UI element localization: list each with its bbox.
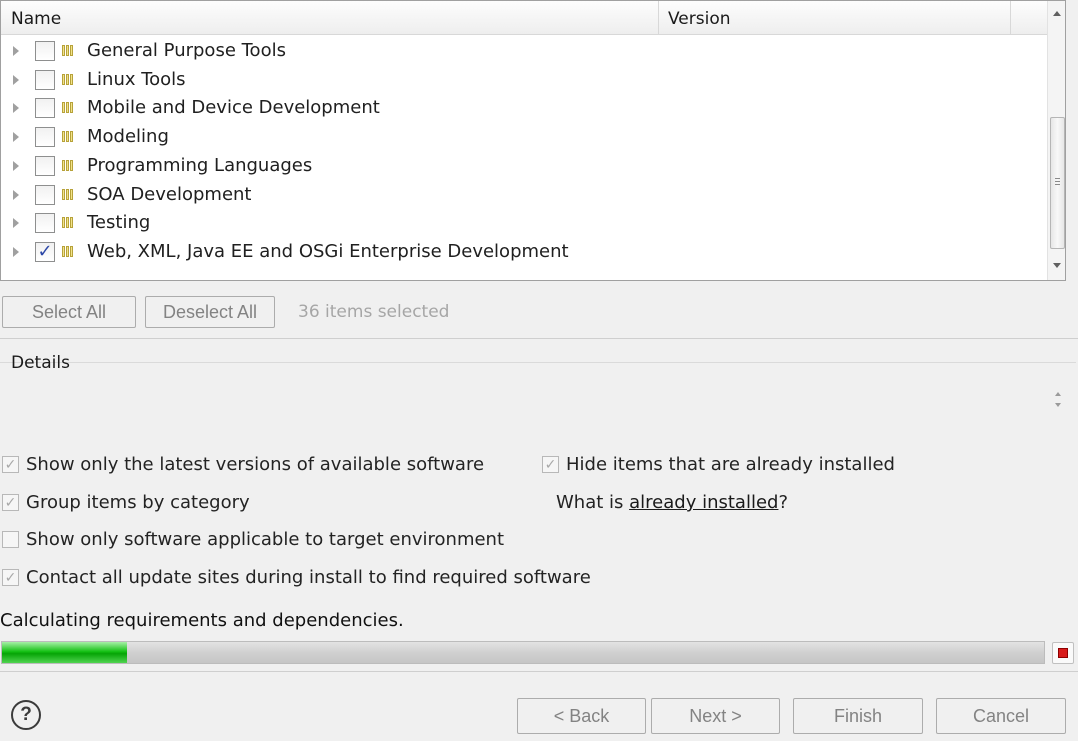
- tree-row[interactable]: Testing: [1, 209, 1047, 237]
- what-is-prefix: What is: [556, 492, 630, 513]
- tree-row[interactable]: SOA Development: [1, 181, 1047, 209]
- contact-update-sites-option[interactable]: ✓ Contact all update sites during instal…: [2, 566, 642, 590]
- help-button[interactable]: ?: [11, 700, 41, 730]
- row-checkbox[interactable]: [35, 155, 55, 176]
- expand-triangle-icon[interactable]: [13, 103, 19, 114]
- what-is-installed-text: What is already installed?: [556, 491, 788, 515]
- row-label: Mobile and Device Development: [87, 97, 380, 119]
- select-all-button[interactable]: Select All: [2, 296, 136, 328]
- row-label: Testing: [87, 212, 151, 234]
- software-tree[interactable]: Name Version General Purpose Tools Linux …: [0, 0, 1066, 281]
- option-label: Group items by category: [26, 492, 250, 513]
- expand-triangle-icon[interactable]: [13, 189, 19, 200]
- tree-vertical-scrollbar[interactable]: [1047, 1, 1065, 280]
- category-icon: [62, 159, 75, 172]
- group-by-category-option[interactable]: ✓ Group items by category: [2, 491, 402, 515]
- already-installed-link[interactable]: already installed: [629, 492, 778, 513]
- show-latest-versions-option[interactable]: ✓ Show only the latest versions of avail…: [2, 453, 522, 477]
- group-by-category-checkbox[interactable]: ✓: [2, 494, 19, 511]
- tree-row[interactable]: Modeling: [1, 123, 1047, 151]
- scroll-up-arrow-icon[interactable]: [1053, 11, 1061, 16]
- divider: [0, 338, 1078, 339]
- tree-header: Name Version: [1, 1, 1047, 35]
- scrollbar-thumb[interactable]: [1050, 117, 1065, 249]
- finish-button[interactable]: Finish: [793, 698, 923, 734]
- cancel-button[interactable]: Cancel: [936, 698, 1066, 734]
- expand-triangle-icon[interactable]: [13, 218, 19, 229]
- contact-update-sites-checkbox[interactable]: ✓: [2, 569, 19, 586]
- tree-row[interactable]: General Purpose Tools: [1, 37, 1047, 65]
- row-checkbox[interactable]: [35, 41, 55, 61]
- category-icon: [62, 216, 75, 229]
- deselect-all-button[interactable]: Deselect All: [145, 296, 275, 328]
- row-label: Linux Tools: [87, 68, 186, 90]
- details-panel: [0, 362, 1076, 444]
- back-button[interactable]: < Back: [517, 698, 646, 734]
- category-icon: [62, 101, 75, 114]
- details-scroll-spinner[interactable]: [1053, 390, 1065, 412]
- expand-triangle-icon[interactable]: [13, 132, 19, 143]
- row-checkbox[interactable]: [35, 127, 55, 148]
- row-label: Web, XML, Java EE and OSGi Enterprise De…: [87, 240, 569, 262]
- category-icon: [62, 188, 75, 201]
- hide-installed-option[interactable]: ✓ Hide items that are already installed: [542, 453, 942, 477]
- expand-triangle-icon[interactable]: [13, 46, 19, 56]
- progress-bar: [1, 641, 1045, 664]
- expand-triangle-icon[interactable]: [13, 246, 19, 257]
- row-checkbox[interactable]: ✓: [35, 241, 55, 262]
- row-label: General Purpose Tools: [87, 40, 286, 61]
- column-header-name[interactable]: Name: [1, 1, 659, 35]
- divider: [0, 671, 1078, 672]
- stop-icon: [1058, 648, 1068, 658]
- option-label: Show only software applicable to target …: [26, 529, 505, 550]
- next-button[interactable]: Next >: [651, 698, 780, 734]
- progress-bar-fill: [2, 642, 127, 663]
- row-checkbox[interactable]: [35, 213, 55, 234]
- row-checkbox[interactable]: [35, 184, 55, 205]
- category-icon: [62, 245, 75, 258]
- progress-label: Calculating requirements and dependencie…: [0, 610, 404, 631]
- category-icon: [62, 130, 75, 143]
- stop-button[interactable]: [1052, 642, 1074, 664]
- target-environment-checkbox[interactable]: [2, 531, 19, 548]
- row-label: SOA Development: [87, 183, 252, 205]
- category-icon: [62, 73, 75, 86]
- option-label: Show only the latest versions of availab…: [26, 454, 485, 475]
- show-latest-versions-checkbox[interactable]: ✓: [2, 456, 19, 473]
- details-label: Details: [11, 353, 70, 373]
- column-header-version[interactable]: Version: [659, 1, 1011, 35]
- option-label: Hide items that are already installed: [566, 454, 895, 475]
- what-is-suffix: ?: [778, 492, 789, 513]
- category-icon: [62, 44, 75, 57]
- target-environment-option[interactable]: Show only software applicable to target …: [2, 528, 542, 552]
- row-label: Modeling: [87, 126, 169, 148]
- spinner-up-icon[interactable]: [1055, 392, 1061, 396]
- tree-row[interactable]: ✓ Web, XML, Java EE and OSGi Enterprise D…: [1, 238, 1047, 266]
- tree-row[interactable]: Linux Tools: [1, 66, 1047, 94]
- expand-triangle-icon[interactable]: [13, 74, 19, 85]
- expand-triangle-icon[interactable]: [13, 160, 19, 171]
- tree-row[interactable]: Programming Languages: [1, 152, 1047, 180]
- hide-installed-checkbox[interactable]: ✓: [542, 456, 559, 473]
- row-checkbox[interactable]: [35, 69, 55, 90]
- option-label: Contact all update sites during install …: [26, 567, 591, 588]
- tree-row[interactable]: Mobile and Device Development: [1, 94, 1047, 122]
- spinner-down-icon[interactable]: [1055, 403, 1061, 407]
- selection-count-label: 36 items selected: [298, 302, 450, 322]
- row-label: Programming Languages: [87, 154, 313, 176]
- row-checkbox[interactable]: [35, 98, 55, 119]
- scroll-down-arrow-icon[interactable]: [1053, 263, 1061, 268]
